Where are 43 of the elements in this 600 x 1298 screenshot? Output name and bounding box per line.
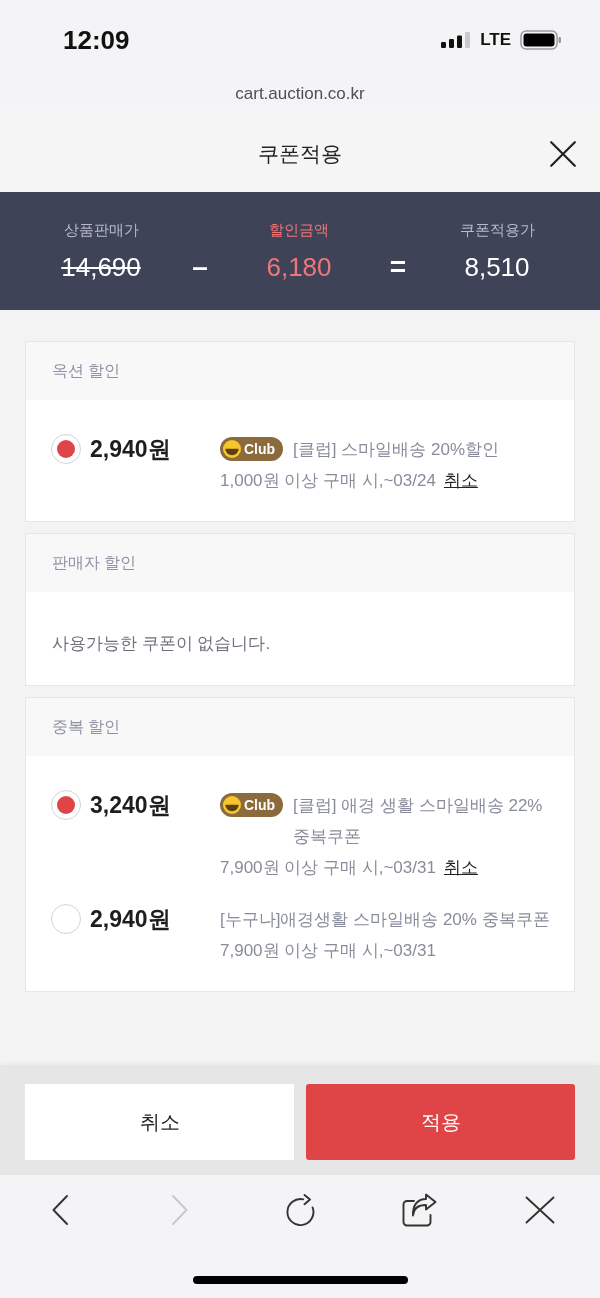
coupon-condition: 1,000원 이상 구매 시,~03/24 xyxy=(220,471,436,490)
coupon-name: [클럽] 애경 생활 스마일배송 22% 중복쿠폰 xyxy=(293,795,544,848)
cancel-link[interactable]: 취소 xyxy=(443,858,478,877)
coupon-name: [누구나]애경생활 스마일배송 20% 중복쿠폰 xyxy=(220,909,550,931)
signal-icon xyxy=(441,32,472,48)
radio-button[interactable] xyxy=(51,434,81,464)
empty-message: 사용가능한 쿠폰이 없습니다. xyxy=(52,633,272,655)
section-title: 옥션 할인 xyxy=(52,361,121,381)
cancel-link[interactable]: 취소 xyxy=(443,471,478,490)
smiley-icon xyxy=(223,440,241,458)
coupon-amount: 2,940원 xyxy=(90,435,172,464)
coupon-condition: 7,900원 이상 구매 시,~03/31 xyxy=(220,858,436,877)
badge-label: Club xyxy=(244,440,276,458)
battery-icon xyxy=(520,30,562,50)
price-label: 쿠폰적용가 xyxy=(459,220,535,240)
coupon-condition: 7,900원 이상 구매 시,~03/31 xyxy=(220,941,436,960)
status-time: 12:09 xyxy=(63,25,130,55)
price-label: 상품판매가 xyxy=(63,220,139,240)
close-icon[interactable] xyxy=(550,141,576,167)
coupon-amount: 2,940원 xyxy=(90,905,172,934)
operator-sign: = xyxy=(389,250,407,284)
badge-label: Club xyxy=(244,796,276,814)
back-icon[interactable] xyxy=(52,1195,68,1225)
cancel-button[interactable]: 취소 xyxy=(25,1084,294,1160)
url-text: cart.auction.co.kr xyxy=(235,83,365,105)
reload-icon[interactable] xyxy=(284,1194,316,1226)
section-title: 판매자 할인 xyxy=(52,553,137,573)
price-value: 6,180 xyxy=(266,251,332,284)
smiley-icon xyxy=(223,796,241,814)
operator-sign: – xyxy=(192,250,208,284)
apply-button[interactable]: 적용 xyxy=(306,1084,575,1160)
close-icon[interactable] xyxy=(525,1196,555,1224)
price-label: 할인금액 xyxy=(269,220,329,240)
coupon-name: [클럽] 스마일배송 20%할인 xyxy=(293,439,500,461)
coupon-amount: 3,240원 xyxy=(90,791,172,820)
section-title: 중복 할인 xyxy=(52,717,121,737)
share-icon[interactable] xyxy=(402,1193,438,1227)
modal-title: 쿠폰적용 xyxy=(258,141,342,167)
radio-button[interactable] xyxy=(51,790,81,820)
price-value: 8,510 xyxy=(464,251,530,284)
radio-button[interactable] xyxy=(51,904,81,934)
price-value: 14,690 xyxy=(61,251,141,284)
network-label: LTE xyxy=(480,30,511,50)
